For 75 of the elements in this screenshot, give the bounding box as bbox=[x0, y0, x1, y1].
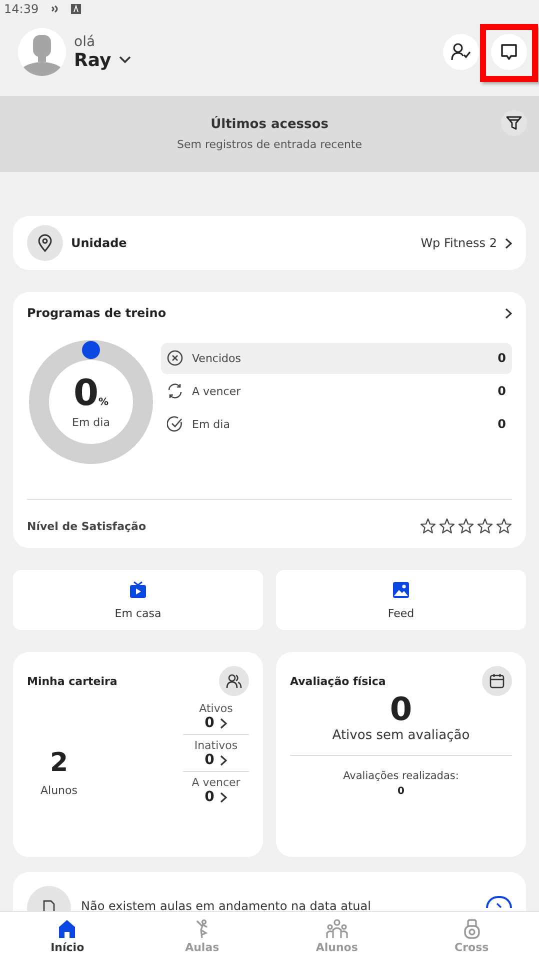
status-count: 0 bbox=[498, 417, 506, 431]
group-label: A vencer bbox=[192, 776, 240, 789]
assessment-count-label: Ativos sem avaliação bbox=[332, 728, 470, 743]
tv-play-icon bbox=[129, 580, 147, 598]
user-name[interactable]: Ray bbox=[74, 50, 112, 70]
x-circle-icon bbox=[167, 350, 183, 366]
group-label: Ativos bbox=[199, 702, 233, 715]
status-time: 14:39 bbox=[4, 2, 39, 16]
star-icon bbox=[458, 518, 474, 534]
nav-tab[interactable]: Início bbox=[0, 912, 135, 961]
status-label: A vencer bbox=[192, 384, 241, 398]
wallet-title: Minha carteira bbox=[27, 674, 118, 688]
status-row[interactable]: Vencidos 0 bbox=[161, 342, 512, 374]
assessment-title: Avaliação física bbox=[290, 674, 386, 688]
star-icon bbox=[420, 518, 436, 534]
calendar-icon[interactable] bbox=[482, 666, 512, 696]
shortcut-label: Feed bbox=[388, 606, 414, 620]
chevron-down-icon[interactable] bbox=[119, 56, 132, 64]
home-icon bbox=[57, 919, 78, 939]
user-check-icon bbox=[451, 43, 471, 61]
group-count[interactable]: 0 bbox=[204, 752, 214, 768]
signal-icon bbox=[50, 5, 59, 13]
group-count[interactable]: 0 bbox=[204, 715, 214, 731]
group-label: Inativos bbox=[194, 739, 238, 752]
chevron-right-icon bbox=[505, 238, 512, 248]
progress-dot bbox=[82, 341, 100, 359]
greeting: olá bbox=[74, 34, 96, 50]
chevron-right-icon[interactable] bbox=[220, 792, 228, 802]
status-label: Vencidos bbox=[192, 352, 241, 364]
assessments-done-label: Avaliações realizadas: bbox=[343, 770, 459, 782]
students-total: 2 bbox=[50, 748, 68, 778]
arrow-right-button[interactable] bbox=[486, 896, 512, 908]
assessments-done-count: 0 bbox=[398, 786, 404, 797]
recent-access-message: Sem registros de entrada recente bbox=[176, 138, 362, 151]
kettlebell-icon bbox=[462, 919, 481, 939]
recent-access-title: Últimos acessos bbox=[210, 117, 328, 132]
star-icon bbox=[496, 518, 512, 534]
filter-icon bbox=[506, 115, 522, 131]
check-circle-icon bbox=[167, 416, 183, 432]
chevron-right-icon[interactable] bbox=[220, 718, 228, 728]
shortcut-card[interactable]: Feed bbox=[276, 570, 526, 630]
status-count: 0 bbox=[498, 384, 506, 398]
status-count: 0 bbox=[498, 351, 506, 365]
users-icon[interactable] bbox=[219, 666, 249, 696]
filter-button[interactable] bbox=[501, 110, 527, 136]
percent-sign: % bbox=[98, 396, 109, 408]
assessment-count: 0 bbox=[390, 690, 412, 728]
chat-bubble-icon bbox=[500, 43, 518, 61]
image-icon bbox=[392, 580, 410, 598]
unit-value: Wp Fitness 2 bbox=[420, 236, 497, 250]
group-count[interactable]: 0 bbox=[204, 789, 214, 805]
shortcut-label: Em casa bbox=[114, 606, 162, 620]
chat-button[interactable] bbox=[491, 34, 527, 70]
unit-card[interactable]: Unidade Wp Fitness 2 bbox=[13, 216, 526, 270]
status-row[interactable]: Em dia 0 bbox=[161, 408, 512, 440]
status-label: Em dia bbox=[192, 418, 230, 430]
keyboard-icon bbox=[70, 4, 81, 14]
no-classes-message: Não existem aulas em andamento na data atual bbox=[81, 899, 371, 913]
star-icon bbox=[477, 518, 493, 534]
location-pin-icon bbox=[27, 225, 63, 261]
students-label: Alunos bbox=[40, 784, 78, 797]
programs-title: Programas de treino bbox=[27, 306, 166, 320]
chevron-right-icon[interactable] bbox=[220, 754, 228, 766]
percent-label: Em dia bbox=[72, 416, 110, 428]
group-icon bbox=[326, 919, 348, 939]
percent-value: 0 bbox=[73, 376, 99, 412]
star-icon bbox=[439, 518, 455, 534]
satisfaction-label: Nível de Satisfação bbox=[27, 520, 146, 532]
status-row[interactable]: A vencer 0 bbox=[161, 376, 512, 406]
refresh-icon bbox=[167, 383, 183, 399]
chevron-right-icon bbox=[496, 903, 502, 908]
unit-label: Unidade bbox=[71, 236, 127, 250]
user-check-button[interactable] bbox=[443, 34, 479, 70]
shortcut-card[interactable]: Em casa bbox=[13, 570, 263, 630]
chevron-right-icon[interactable] bbox=[505, 308, 512, 318]
